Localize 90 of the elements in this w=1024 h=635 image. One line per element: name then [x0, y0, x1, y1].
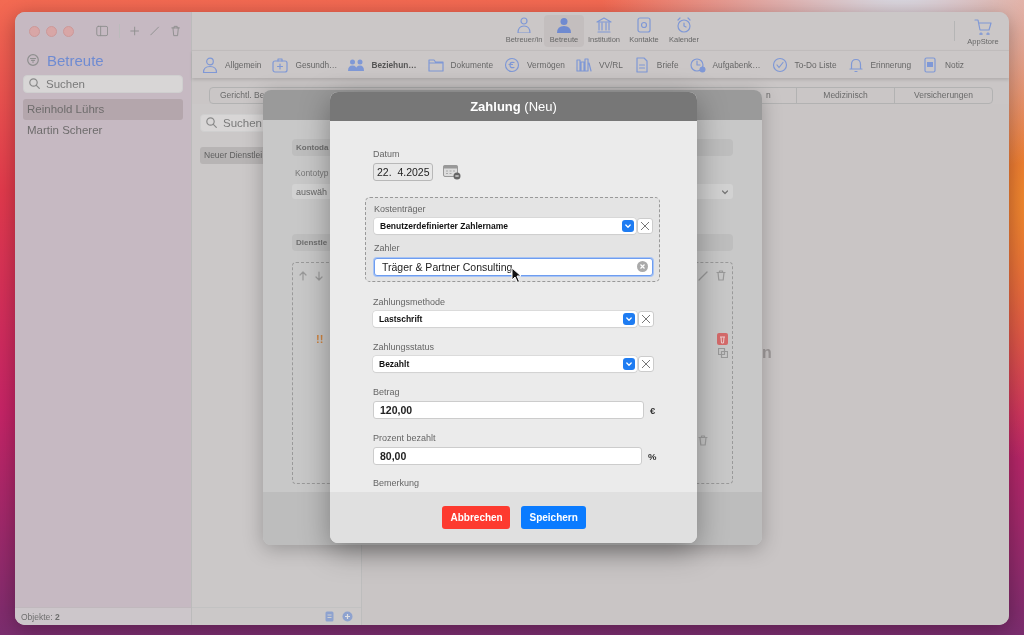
add-icon[interactable]	[342, 611, 353, 622]
date-field[interactable]: 22. 4.2025	[373, 163, 433, 181]
tab[interactable]: VV/RL	[575, 56, 623, 73]
up-arrow-icon[interactable]	[299, 270, 307, 281]
sidebar-toggle-icon[interactable]	[96, 24, 109, 38]
field-label: Zahler	[374, 243, 400, 254]
clear-button[interactable]	[638, 356, 654, 372]
clear-button[interactable]	[638, 311, 654, 327]
address-book-icon	[636, 17, 652, 33]
field-label: Bemerkung	[373, 478, 420, 489]
warning-mark: !!	[316, 333, 324, 345]
unit-label: %	[648, 450, 657, 462]
tab[interactable]: Notiz	[922, 56, 964, 73]
trash-icon[interactable]	[717, 333, 728, 345]
medical-kit-icon	[272, 56, 289, 73]
note-icon	[922, 56, 939, 73]
field-label: Kostenträger	[374, 204, 426, 215]
down-arrow-icon[interactable]	[315, 270, 323, 281]
trash-icon[interactable]	[716, 270, 726, 281]
sidebar-item[interactable]: Reinhold Lührs	[23, 99, 183, 120]
close-button[interactable]	[29, 25, 40, 37]
alarm-clock-icon	[676, 17, 692, 33]
chevron-icon	[721, 187, 729, 196]
chevron-icon	[623, 313, 635, 325]
field-label: Betrag	[373, 387, 400, 398]
checkmark-icon	[771, 56, 788, 73]
segment-tab[interactable]: Versicherungen	[894, 88, 992, 103]
clear-button[interactable]	[637, 218, 653, 234]
field-label: Kontotyp	[295, 168, 329, 179]
tab[interactable]: Gesundh…	[272, 56, 338, 73]
bell-icon	[847, 56, 864, 73]
chevron-icon	[622, 220, 635, 232]
text-field[interactable]: Träger & Partner Consulting	[374, 258, 653, 276]
field-label: Datum	[373, 149, 400, 160]
calendar-icon[interactable]	[443, 164, 461, 180]
section-title: Kontoda	[296, 143, 329, 152]
filter-icon[interactable]	[27, 54, 39, 66]
number-field[interactable]: 120,00	[373, 401, 644, 419]
tab[interactable]: Allgemein	[202, 56, 262, 73]
close-icon	[641, 314, 651, 324]
tab[interactable]: Erinnerung	[847, 56, 912, 73]
search-icon	[206, 117, 217, 128]
tab[interactable]: Beziehun…	[348, 56, 417, 73]
document-icon[interactable]	[324, 611, 335, 622]
minimize-button[interactable]	[46, 25, 57, 37]
dropdown[interactable]: Bezahlt	[373, 356, 637, 372]
search-icon	[29, 78, 40, 89]
add-icon[interactable]	[130, 25, 140, 37]
zoom-button[interactable]	[63, 25, 74, 37]
section-title: Dienstle	[296, 238, 328, 247]
unit-label: €	[650, 404, 656, 416]
save-button[interactable]: Speichern	[520, 506, 586, 529]
sidebar-title: Betreute	[47, 51, 104, 69]
segment-tab[interactable]: Medizinisch	[796, 88, 894, 103]
field-label: Prozent bezahlt	[373, 433, 436, 444]
cancel-button[interactable]: Abbrechen	[441, 506, 510, 529]
tab[interactable]: Vermögen	[504, 56, 565, 73]
clear-icon[interactable]	[637, 260, 648, 272]
dialog-title: Zahlung (Neu)	[470, 99, 557, 114]
sidebar-item[interactable]: Martin Scherer	[23, 120, 183, 141]
search-field[interactable]: Suchen	[23, 75, 183, 93]
document-icon	[633, 56, 650, 73]
cart-icon	[974, 19, 992, 35]
mouse-pointer-icon	[511, 267, 523, 284]
pencil-icon[interactable]	[150, 25, 160, 37]
copy-icon[interactable]	[717, 348, 728, 358]
tab[interactable]: Briefe	[633, 56, 679, 73]
books-icon	[575, 56, 592, 73]
trash-icon[interactable]	[698, 435, 708, 446]
clock-icon	[689, 56, 706, 73]
person-icon	[516, 17, 532, 33]
person-icon	[556, 17, 572, 33]
bank-icon	[596, 17, 612, 33]
field-label: Zahlungsmethode	[373, 297, 446, 308]
folder-icon	[427, 56, 444, 73]
object-count: Objekte: 2	[21, 611, 60, 622]
field-label: Zahlungsstatus	[373, 342, 435, 353]
person-icon	[202, 56, 218, 73]
chevron-icon	[623, 358, 635, 370]
close-icon	[640, 221, 651, 231]
dropdown[interactable]: Benutzerdefinierter Zahlername	[374, 218, 637, 234]
trash-icon[interactable]	[170, 24, 180, 38]
number-field[interactable]: 80,00	[373, 447, 642, 465]
tab[interactable]: Aufgabenk…	[689, 56, 761, 73]
close-icon	[641, 359, 651, 369]
tab[interactable]: To-Do Liste	[771, 56, 837, 73]
pencil-icon[interactable]	[698, 270, 708, 281]
euro-icon	[504, 56, 521, 73]
tab[interactable]: Dokumente	[427, 56, 494, 73]
dropdown[interactable]: Lastschrift	[373, 311, 637, 327]
